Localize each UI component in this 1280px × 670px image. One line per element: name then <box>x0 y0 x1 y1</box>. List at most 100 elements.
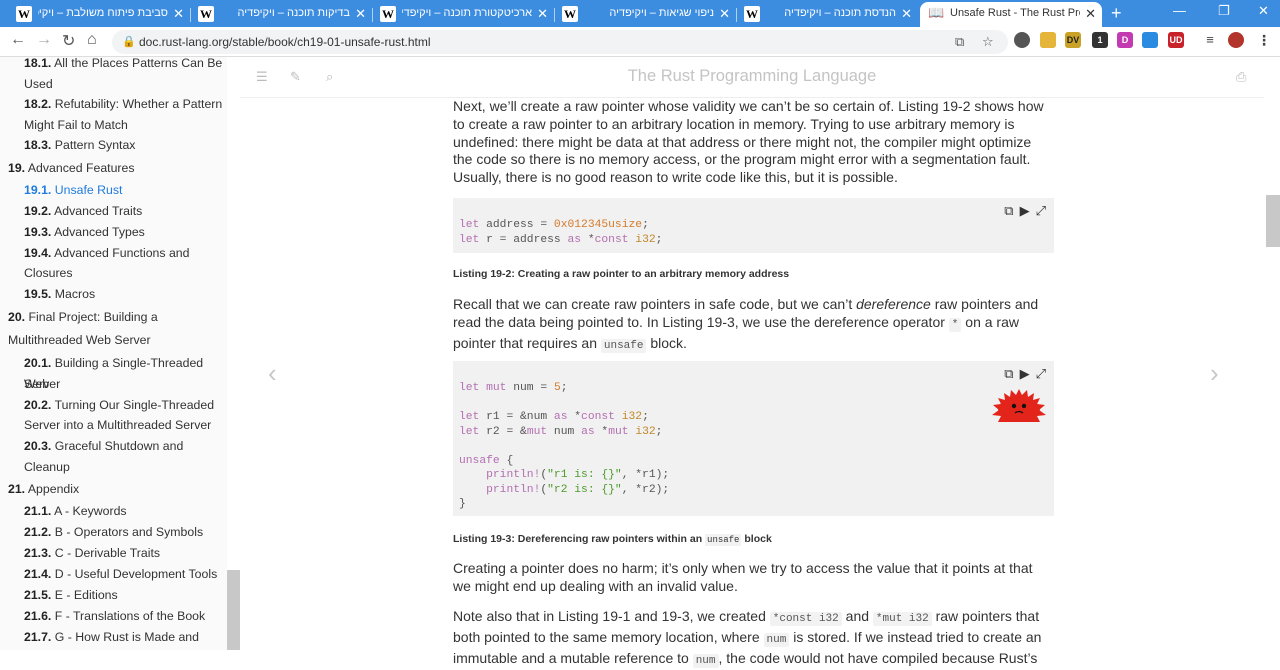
sidebar-item[interactable]: 19.3. Advanced Types <box>24 222 145 243</box>
next-chapter-icon[interactable]: › <box>1210 358 1219 389</box>
tab-2[interactable]: W בדיקות תוכנה – ויקיפדיה ✕ <box>190 2 372 27</box>
home-icon[interactable]: ⌂ <box>87 31 97 49</box>
minimize-icon[interactable]: — <box>1173 3 1186 18</box>
sidebar-item[interactable]: Closures <box>24 263 73 284</box>
paragraph: Recall that we can create raw pointers i… <box>453 296 1039 353</box>
sidebar-item[interactable]: Cleanup <box>24 457 70 478</box>
sidebar-item[interactable]: 21.2. B - Operators and Symbols <box>24 522 203 543</box>
tab-title: ניפוי שגיאות – ויקיפדיה <box>609 7 714 19</box>
sidebar-item[interactable]: 21.7. G - How Rust is Made and <box>24 627 199 648</box>
sidebar-item[interactable]: 21.5. E - Editions <box>24 585 118 606</box>
book-sidebar: 18.1. All the Places Patterns Can Be Used… <box>0 57 227 650</box>
wikipedia-favicon-icon: W <box>380 6 396 22</box>
wikipedia-favicon-icon: W <box>562 6 578 22</box>
sidebar-item[interactable]: 20.3. Graceful Shutdown and <box>24 436 183 457</box>
puzzle-extension-icon[interactable]: 1 <box>1092 32 1108 48</box>
close-tab-icon[interactable]: ✕ <box>537 6 548 22</box>
media-control-icon[interactable]: ≡ <box>1202 32 1218 48</box>
browser-toolbar: ← → ↻ ⌂ 🔒 doc.rust-lang.org/stable/book/… <box>0 27 1280 57</box>
sidebar-item[interactable]: 21. Appendix <box>8 479 79 500</box>
sidebar-item[interactable]: 18.3. Pattern Syntax <box>24 135 135 156</box>
close-tab-icon[interactable]: ✕ <box>1085 6 1096 22</box>
book-title: The Rust Programming Language <box>627 67 877 85</box>
sidebar-item[interactable]: 19.4. Advanced Functions and <box>24 243 189 264</box>
sidebar-item[interactable]: Server <box>24 374 60 395</box>
shield-extension-icon[interactable] <box>1040 32 1056 48</box>
tab-strip: W סביבת פיתוח משולבת – ויקיפד ✕ W בדיקות… <box>0 0 1280 27</box>
close-tab-icon[interactable]: ✕ <box>901 6 912 22</box>
close-tab-icon[interactable]: ✕ <box>173 6 184 22</box>
sidebar-item[interactable]: 21.3. C - Derivable Traits <box>24 543 160 564</box>
copy-icon[interactable]: ⧉ <box>1004 366 1013 381</box>
sidebar-item[interactable]: Might Fail to Match <box>24 115 128 136</box>
close-window-icon[interactable]: ✕ <box>1258 3 1269 19</box>
print-icon[interactable]: ⎙ <box>1236 69 1246 85</box>
sidebar-item[interactable]: 19.2. Advanced Traits <box>24 201 142 222</box>
tab-title: ארכיטקטורת תוכנה – ויקיפדיה <box>402 7 532 19</box>
restore-icon[interactable]: ❐ <box>1218 3 1230 19</box>
feather-extension-icon[interactable] <box>1142 32 1158 48</box>
sidebar-item[interactable]: 19. Advanced Features <box>8 158 135 179</box>
menu-kebab-icon[interactable]: ⋮ <box>1256 32 1272 48</box>
play-icon[interactable]: ▶ <box>1020 203 1030 218</box>
code-text: let address = 0x012345usize; let r = add… <box>459 219 663 246</box>
tab-5[interactable]: W הנדסת תוכנה – ויקיפדיה ✕ <box>736 2 918 27</box>
sidebar-item[interactable]: Server into a Multithreaded Server <box>24 415 211 436</box>
extension-circle-icon[interactable] <box>1014 32 1030 48</box>
sidebar-item[interactable]: 20.2. Turning Our Single-Threaded <box>24 395 214 416</box>
sidebar-item[interactable]: 21.6. F - Translations of the Book <box>24 606 205 627</box>
back-arrow-icon[interactable]: ← <box>10 31 26 49</box>
tab-title: Unsafe Rust - The Rust Program <box>950 7 1080 19</box>
wikipedia-favicon-icon: W <box>16 6 32 22</box>
tab-1[interactable]: W סביבת פיתוח משולבת – ויקיפד ✕ <box>8 2 190 27</box>
tab-3[interactable]: W ארכיטקטורת תוכנה – ויקיפדיה ✕ <box>372 2 554 27</box>
sidebar-item[interactable]: 18.1. All the Places Patterns Can Be <box>24 57 222 74</box>
close-tab-icon[interactable]: ✕ <box>355 6 366 22</box>
ublock-extension-icon[interactable]: UD <box>1168 32 1184 48</box>
bookmark-star-icon[interactable]: ☆ <box>982 34 994 50</box>
sidebar-item[interactable]: Multithreaded Web Server <box>8 330 151 351</box>
page-scrollbar[interactable] <box>1266 195 1280 247</box>
expand-icon[interactable]: ⤢ <box>1036 203 1046 218</box>
book-favicon-icon: 📖 <box>928 6 945 21</box>
address-bar[interactable]: 🔒 doc.rust-lang.org/stable/book/ch19-01-… <box>112 30 1008 54</box>
profile-avatar[interactable] <box>1228 32 1244 48</box>
new-tab-button[interactable]: + <box>1111 3 1122 24</box>
d-extension-icon[interactable]: D <box>1117 32 1133 48</box>
reload-icon[interactable]: ↻ <box>62 31 75 51</box>
sidebar-item[interactable]: 21.4. D - Useful Development Tools <box>24 564 217 585</box>
code-text: let mut num = 5; let r1 = &num as *const… <box>459 382 670 510</box>
previous-chapter-icon[interactable]: ‹ <box>268 358 277 389</box>
tab-title: בדיקות תוכנה – ויקיפדיה <box>237 7 350 19</box>
ferris-unsafe-crab-icon <box>992 389 1046 422</box>
sidebar-item[interactable]: 18.2. Refutability: Whether a Pattern <box>24 94 222 115</box>
dv-extension-icon[interactable]: DV <box>1065 32 1081 48</box>
sidebar-item[interactable]: 19.5. Macros <box>24 284 95 305</box>
sidebar-item[interactable]: 21.1. A - Keywords <box>24 501 127 522</box>
close-tab-icon[interactable]: ✕ <box>719 6 730 22</box>
paragraph: Note also that in Listing 19-1 and 19-3,… <box>453 608 1042 668</box>
sidebar-item[interactable]: 20. Final Project: Building a <box>8 307 158 328</box>
sidebar-item[interactable]: 19.1. Unsafe Rust <box>24 180 122 201</box>
tab-active-unsafe-rust[interactable]: 📖 Unsafe Rust - The Rust Program ✕ <box>920 2 1102 27</box>
code-buttons: ⧉ ▶ ⤢ <box>998 203 1046 219</box>
tab-title: סביבת פיתוח משולבת – ויקיפד <box>38 7 168 19</box>
listing-caption: Listing 19-3: Dereferencing raw pointers… <box>453 533 772 546</box>
copy-icon[interactable]: ⧉ <box>1004 203 1013 218</box>
paragraph: Creating a pointer does no harm; it’s on… <box>453 560 1033 594</box>
translate-icon[interactable]: ⧉ <box>955 34 964 50</box>
listing-caption: Listing 19-2: Creating a raw pointer to … <box>453 268 790 280</box>
tab-4[interactable]: W ניפוי שגיאות – ויקיפדיה ✕ <box>554 2 736 27</box>
sidebar-scrollbar[interactable] <box>227 570 240 650</box>
forward-arrow-icon[interactable]: → <box>36 31 52 49</box>
book-menubar: ☰ ✎ ⌕ The Rust Programming Language ⎙ <box>240 57 1264 98</box>
paragraph: Next, we’ll create a raw pointer whose v… <box>453 98 1044 186</box>
url-text[interactable]: doc.rust-lang.org/stable/book/ch19-01-un… <box>139 35 431 49</box>
expand-icon[interactable]: ⤢ <box>1036 366 1046 381</box>
tab-title: הנדסת תוכנה – ויקיפדיה <box>784 7 896 19</box>
wikipedia-favicon-icon: W <box>198 6 214 22</box>
lock-icon: 🔒 <box>122 36 136 48</box>
sidebar-item[interactable]: Used <box>24 74 53 95</box>
code-block-listing-19-2: ⧉ ▶ ⤢ let address = 0x012345usize; let r =… <box>453 198 1054 253</box>
play-icon[interactable]: ▶ <box>1020 366 1030 381</box>
